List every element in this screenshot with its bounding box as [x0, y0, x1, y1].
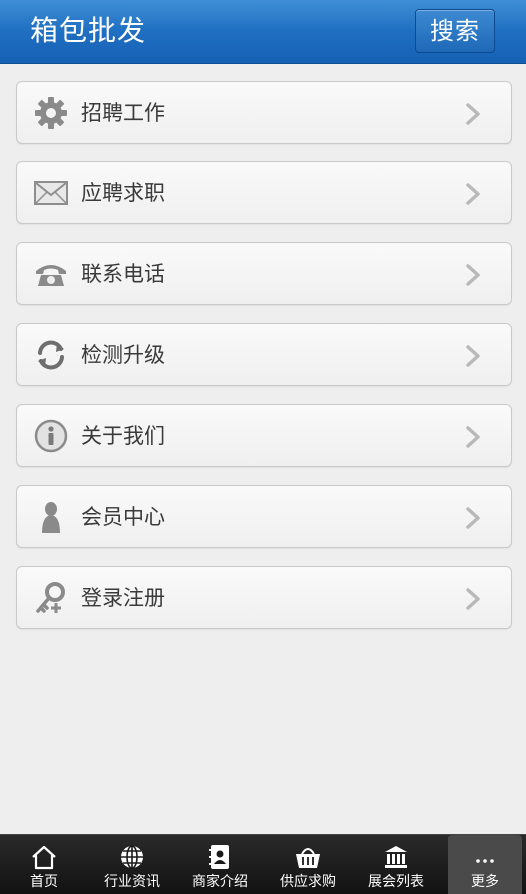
- envelope-icon: [33, 175, 69, 211]
- info-icon: [33, 418, 69, 454]
- tab-label: 商家介绍: [192, 874, 248, 890]
- basket-icon: [294, 843, 322, 871]
- tab-merchants[interactable]: 商家介绍: [176, 835, 264, 894]
- chevron-right-icon: [465, 263, 481, 287]
- menu-item-label: 登录注册: [81, 586, 165, 610]
- tab-label: 行业资讯: [104, 874, 160, 890]
- app-header: 箱包批发 搜索: [0, 0, 526, 64]
- refresh-icon: [33, 337, 69, 373]
- menu-item-member[interactable]: 会员中心: [16, 485, 512, 548]
- tab-supply-demand[interactable]: 供应求购: [264, 835, 352, 894]
- chevron-right-icon: [465, 102, 481, 126]
- more-icon: [471, 843, 499, 871]
- chevron-right-icon: [465, 587, 481, 611]
- chevron-right-icon: [465, 506, 481, 530]
- key-icon: [33, 580, 69, 616]
- menu-item-update[interactable]: 检测升级: [16, 323, 512, 386]
- chevron-right-icon: [465, 182, 481, 206]
- tab-label: 更多: [471, 874, 499, 890]
- menu-item-login[interactable]: 登录注册: [16, 566, 512, 629]
- tab-label: 展会列表: [368, 874, 424, 890]
- contact-book-icon: [206, 843, 234, 871]
- tab-label: 首页: [30, 874, 58, 890]
- telephone-icon: [33, 256, 69, 292]
- globe-icon: [118, 843, 146, 871]
- tab-label: 供应求购: [280, 874, 336, 890]
- menu-item-apply[interactable]: 应聘求职: [16, 161, 512, 224]
- building-icon: [382, 843, 410, 871]
- menu-item-label: 检测升级: [81, 343, 165, 367]
- menu-item-label: 应聘求职: [81, 181, 165, 205]
- bottom-tab-bar: 首页 行业资讯 商家介绍 供应求购 展会列表 更多: [0, 834, 526, 894]
- menu-item-phone[interactable]: 联系电话: [16, 242, 512, 305]
- home-icon: [30, 843, 58, 871]
- chevron-right-icon: [465, 344, 481, 368]
- tab-industry-news[interactable]: 行业资讯: [88, 835, 176, 894]
- menu-item-label: 招聘工作: [81, 101, 165, 125]
- search-button[interactable]: 搜索: [415, 9, 495, 53]
- tab-exhibitions[interactable]: 展会列表: [352, 835, 440, 894]
- user-icon: [33, 499, 69, 535]
- menu-item-recruit[interactable]: 招聘工作: [16, 81, 512, 144]
- menu-item-label: 会员中心: [81, 505, 165, 529]
- gear-icon: [33, 95, 69, 131]
- tab-more[interactable]: 更多: [448, 835, 522, 894]
- menu-item-about[interactable]: 关于我们: [16, 404, 512, 467]
- chevron-right-icon: [465, 425, 481, 449]
- menu-item-label: 关于我们: [81, 424, 165, 448]
- tab-home[interactable]: 首页: [0, 835, 88, 894]
- menu-item-label: 联系电话: [81, 262, 165, 286]
- page-title: 箱包批发: [30, 14, 147, 47]
